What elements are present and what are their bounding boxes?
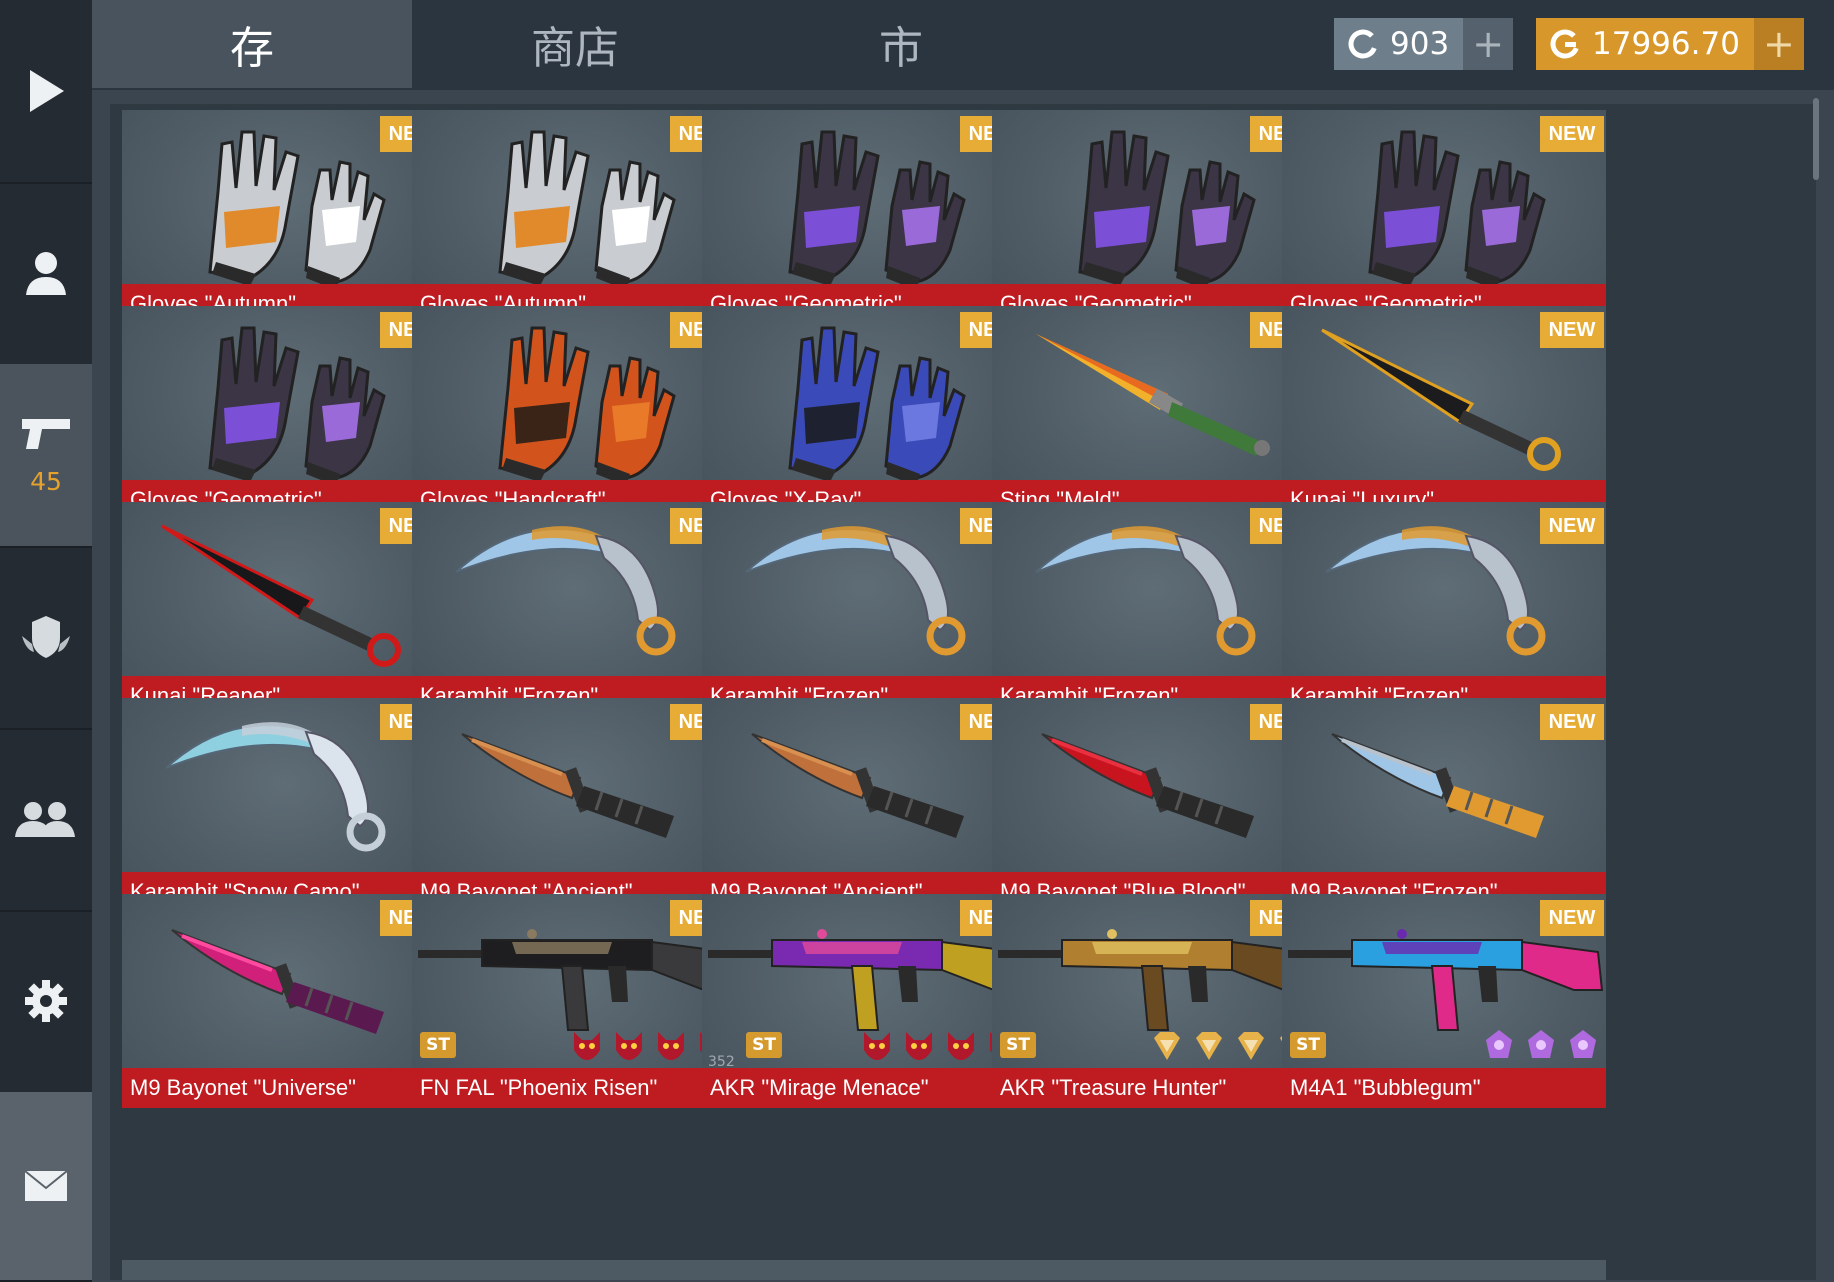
gold-amount: 17996.70: [1592, 26, 1740, 62]
item-card-partial[interactable]: [702, 1260, 1026, 1280]
item-card[interactable]: NEWKarambit "Frozen": [702, 502, 1026, 716]
demon-sticker-icon: [612, 1028, 646, 1062]
add-silver-button[interactable]: +: [1463, 18, 1514, 70]
mail-button[interactable]: [0, 1092, 92, 1282]
stattrack-badge: ST: [1000, 1032, 1036, 1058]
new-badge: NEW: [1540, 704, 1604, 740]
gem-sticker-icon: [1150, 1028, 1184, 1062]
item-card[interactable]: NEWKarambit "Frozen": [412, 502, 736, 716]
clan-button[interactable]: [0, 546, 92, 730]
item-card[interactable]: NEWKunai "Reaper": [122, 502, 446, 716]
item-card[interactable]: NEWSting "Meld": [992, 306, 1316, 520]
item-name: AKR "Treasure Hunter": [992, 1068, 1316, 1108]
new-badge: NEW: [1540, 312, 1604, 348]
item-card[interactable]: NEWSTFN FAL "Phoenix Risen": [412, 894, 736, 1108]
play-button[interactable]: [0, 0, 92, 184]
profile-icon: [26, 252, 66, 295]
inventory-grid: NEWGloves "Autumn" NEWGloves "Autumn": [110, 104, 1816, 1280]
stattrack-badge: ST: [420, 1032, 456, 1058]
demon-sticker-icon: [902, 1028, 936, 1062]
item-card-partial[interactable]: [992, 1260, 1316, 1280]
item-card[interactable]: NEWKarambit "Frozen": [1282, 502, 1606, 716]
tab-market[interactable]: 市: [738, 0, 1064, 88]
pistol-icon: [22, 418, 70, 449]
play-icon: [30, 70, 64, 112]
item-card[interactable]: NEWGloves "Autumn": [122, 110, 446, 324]
silver-amount: 903: [1390, 26, 1450, 62]
item-card[interactable]: NEWST352AKR "Mirage Menace": [702, 894, 1026, 1108]
item-name: AKR "Mirage Menace": [702, 1068, 1026, 1108]
item-name: M9 Bayonet "Universe": [122, 1068, 446, 1108]
item-name: M4A1 "Bubblegum": [1282, 1068, 1606, 1108]
demon-sticker-icon: [944, 1028, 978, 1062]
crystal-sticker-icon: [1482, 1028, 1516, 1062]
stattrack-badge: ST: [746, 1032, 782, 1058]
item-card[interactable]: NEWGloves "Geometric": [122, 306, 446, 520]
item-card[interactable]: NEWKarambit "Frozen": [992, 502, 1316, 716]
top-bar: 存 商店 市 903 + 17996.70 +: [92, 0, 1834, 90]
demon-sticker-icon: [570, 1028, 604, 1062]
new-badge: NEW: [1540, 508, 1604, 544]
item-card[interactable]: NEWGloves "Geometric": [1282, 110, 1606, 324]
item-card[interactable]: NEWM9 Bayonet "Ancient": [702, 698, 1026, 912]
item-card[interactable]: NEWGloves "Autumn": [412, 110, 736, 324]
friends-icon: [15, 802, 75, 837]
crystal-sticker-icon: [1524, 1028, 1558, 1062]
inventory-button[interactable]: 45: [0, 364, 92, 548]
new-badge: NEW: [1540, 116, 1604, 152]
shield-wings-icon: [22, 616, 70, 658]
grid-scrollbar[interactable]: [1813, 98, 1819, 180]
demon-sticker-icon: [860, 1028, 894, 1062]
item-card[interactable]: NEW M9 Bayonet "Frozen": [1282, 698, 1606, 912]
crystal-sticker-icon: [1566, 1028, 1600, 1062]
item-card[interactable]: NEWM9 Bayonet "Universe": [122, 894, 446, 1108]
silver-coin-icon: [1348, 29, 1378, 59]
settings-button[interactable]: [0, 910, 92, 1094]
add-gold-button[interactable]: +: [1753, 18, 1804, 70]
item-card[interactable]: NEWGloves "Geometric": [702, 110, 1026, 324]
item-card[interactable]: NEWKarambit "Snow Camo": [122, 698, 446, 912]
gold-currency: 17996.70 +: [1536, 18, 1804, 70]
friends-button[interactable]: [0, 728, 92, 912]
item-card[interactable]: NEWGloves "X-Ray": [702, 306, 1026, 520]
item-name: FN FAL "Phoenix Risen": [412, 1068, 736, 1108]
item-card[interactable]: NEWGloves "Geometric": [992, 110, 1316, 324]
inventory-count: 45: [30, 466, 62, 496]
item-card[interactable]: NEWSTAKR "Treasure Hunter": [992, 894, 1316, 1108]
gem-sticker-icon: [1234, 1028, 1268, 1062]
gem-sticker-icon: [1192, 1028, 1226, 1062]
item-card[interactable]: NEWGloves "Handcraft": [412, 306, 736, 520]
item-card-partial[interactable]: [1282, 1260, 1606, 1280]
item-card[interactable]: NEW ST M4A1 "Bubblegum": [1282, 894, 1606, 1108]
sidebar: 45: [0, 0, 92, 1282]
silver-currency: 903 +: [1334, 18, 1514, 70]
item-card[interactable]: NEW Kunai "Luxury": [1282, 306, 1606, 520]
item-card[interactable]: NEWM9 Bayonet "Blue Blood": [992, 698, 1316, 912]
demon-sticker-icon: [654, 1028, 688, 1062]
tab-shop[interactable]: 商店: [412, 0, 738, 88]
item-card[interactable]: NEWM9 Bayonet "Ancient": [412, 698, 736, 912]
item-card-partial[interactable]: [122, 1260, 446, 1280]
tab-inventory[interactable]: 存: [92, 0, 412, 88]
gear-icon: [25, 980, 67, 1022]
sticker-row: [1482, 1028, 1600, 1062]
gold-coin-icon: [1550, 29, 1580, 59]
profile-button[interactable]: [0, 182, 92, 366]
mail-icon: [24, 1170, 68, 1201]
stattrack-badge: ST: [1290, 1032, 1326, 1058]
new-badge: NEW: [1540, 900, 1604, 936]
item-card-partial[interactable]: [412, 1260, 736, 1280]
